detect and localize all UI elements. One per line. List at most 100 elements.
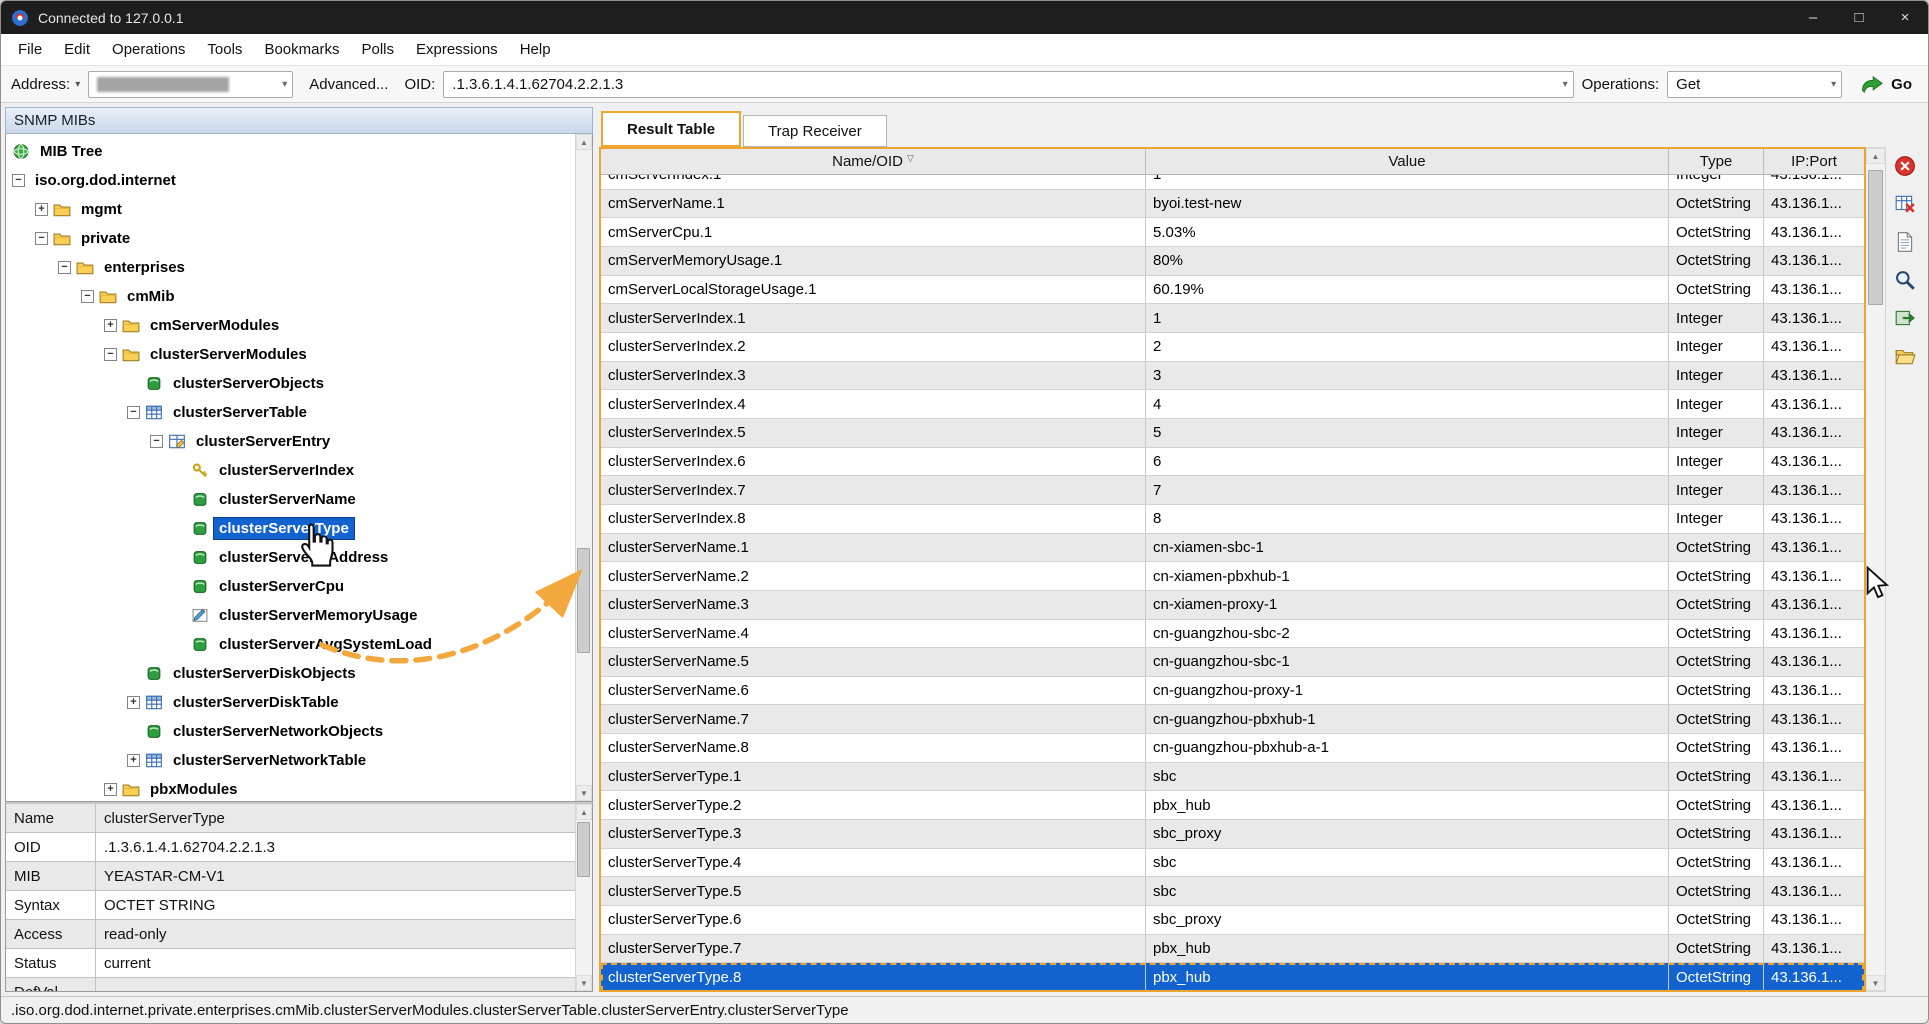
menu-edit[interactable]: Edit xyxy=(53,36,101,63)
result-row-clusterserverindex.1[interactable]: clusterServerIndex.11Integer43.136.1... xyxy=(601,304,1864,333)
scroll-down-icon[interactable]: ▼ xyxy=(576,785,592,801)
tree-scrollbar[interactable]: ▲ ▼ xyxy=(575,134,592,801)
tree-node-cmmib[interactable]: −cmMib xyxy=(6,282,592,311)
minus-toggle-icon[interactable]: − xyxy=(81,290,94,303)
column-header-value[interactable]: Value xyxy=(1146,149,1669,174)
tree-node-clusterserverentry[interactable]: −clusterServerEntry xyxy=(6,427,592,456)
tree-node-pbxmodules[interactable]: +pbxModules xyxy=(6,775,592,802)
tab-trap-receiver[interactable]: Trap Receiver xyxy=(743,115,887,147)
minimize-button[interactable]: – xyxy=(1790,1,1836,34)
result-row-clusterservername.6[interactable]: clusterServerName.6cn-guangzhou-proxy-1O… xyxy=(601,677,1864,706)
minus-toggle-icon[interactable]: − xyxy=(104,348,117,361)
result-row-clusterservertype.7[interactable]: clusterServerType.7pbx_hubOctetString43.… xyxy=(601,935,1864,964)
tree-node-mgmt[interactable]: +mgmt xyxy=(6,195,592,224)
result-row-clusterservername.2[interactable]: clusterServerName.2cn-xiamen-pbxhub-1Oct… xyxy=(601,562,1864,591)
tree-node-mib-tree[interactable]: MIB Tree xyxy=(6,137,592,166)
result-row-clusterservername.3[interactable]: clusterServerName.3cn-xiamen-proxy-1Octe… xyxy=(601,591,1864,620)
result-table-scrollbar[interactable]: ▲ ▼ xyxy=(1866,147,1886,992)
result-row-clusterservername.5[interactable]: clusterServerName.5cn-guangzhou-sbc-1Oct… xyxy=(601,648,1864,677)
tab-result-table[interactable]: Result Table xyxy=(601,111,741,147)
toolbar-open-folder-button[interactable] xyxy=(1892,343,1918,369)
close-button[interactable]: × xyxy=(1882,1,1928,34)
minus-toggle-icon[interactable]: − xyxy=(127,406,140,419)
oid-combo[interactable]: .1.3.6.1.4.1.62704.2.2.1.3 ▾ xyxy=(443,71,1573,98)
maximize-button[interactable]: □ xyxy=(1836,1,1882,34)
result-row-cmservercpu.1[interactable]: cmServerCpu.15.03%OctetString43.136.1... xyxy=(601,218,1864,247)
column-header-ip-port[interactable]: IP:Port xyxy=(1764,149,1864,174)
tree-node-clusterservermodules[interactable]: −clusterServerModules xyxy=(6,340,592,369)
result-row-clusterservertype.5[interactable]: clusterServerType.5sbcOctetString43.136.… xyxy=(601,877,1864,906)
scroll-down-icon[interactable]: ▼ xyxy=(1866,975,1885,991)
tree-node-clusterserverdiskobjects[interactable]: clusterServerDiskObjects xyxy=(6,659,592,688)
result-row-clusterservertype.2[interactable]: clusterServerType.2pbx_hubOctetString43.… xyxy=(601,791,1864,820)
tree-node-clusterserverindex[interactable]: clusterServerIndex xyxy=(6,456,592,485)
result-row-cmservermemoryusage.1[interactable]: cmServerMemoryUsage.180%OctetString43.13… xyxy=(601,247,1864,276)
minus-toggle-icon[interactable]: − xyxy=(150,435,163,448)
result-row-clusterserverindex.8[interactable]: clusterServerIndex.88Integer43.136.1... xyxy=(601,505,1864,534)
scrollbar-thumb[interactable] xyxy=(577,822,590,877)
scroll-up-icon[interactable]: ▲ xyxy=(1866,148,1885,164)
result-row-clusterservertype.8[interactable]: clusterServerType.8pbx_hubOctetString43.… xyxy=(601,963,1864,990)
plus-toggle-icon[interactable]: + xyxy=(104,319,117,332)
result-row-cmservername.1[interactable]: cmServerName.1byoi.test-newOctetString43… xyxy=(601,190,1864,219)
minus-toggle-icon[interactable]: − xyxy=(35,232,48,245)
minus-toggle-icon[interactable]: − xyxy=(12,174,25,187)
properties-scrollbar[interactable]: ▲ ▼ xyxy=(575,804,592,991)
tree-node-clusterservername[interactable]: clusterServerName xyxy=(6,485,592,514)
menu-tools[interactable]: Tools xyxy=(196,36,253,63)
address-dropdown-icon[interactable]: ▾ xyxy=(75,79,80,90)
menu-help[interactable]: Help xyxy=(509,36,562,63)
tree-node-clusterserverdisktable[interactable]: +clusterServerDiskTable xyxy=(6,688,592,717)
result-row-clusterservertype.3[interactable]: clusterServerType.3sbc_proxyOctetString4… xyxy=(601,820,1864,849)
tree-node-clusterservernetworktable[interactable]: +clusterServerNetworkTable xyxy=(6,746,592,775)
tree-node-clusterservertype[interactable]: clusterServerType xyxy=(6,514,592,543)
operations-combo[interactable]: Get ▾ xyxy=(1667,71,1842,98)
tree-node-clusterservercpu[interactable]: clusterServerCpu xyxy=(6,572,592,601)
scrollbar-thumb[interactable] xyxy=(1868,170,1883,305)
menu-bookmarks[interactable]: Bookmarks xyxy=(253,36,350,63)
scroll-up-icon[interactable]: ▲ xyxy=(576,804,592,820)
tree-node-clusterservernetworkobjects[interactable]: clusterServerNetworkObjects xyxy=(6,717,592,746)
tree-node-private[interactable]: −private xyxy=(6,224,592,253)
toolbar-find-button[interactable] xyxy=(1892,267,1918,293)
result-row-clusterservername.7[interactable]: clusterServerName.7cn-guangzhou-pbxhub-1… xyxy=(601,705,1864,734)
menu-operations[interactable]: Operations xyxy=(101,36,196,63)
tree-node-clusterserveravgsystemload[interactable]: clusterServerAvgSystemLoad xyxy=(6,630,592,659)
toolbar-document-button[interactable] xyxy=(1892,229,1918,255)
result-row-clusterserverindex.3[interactable]: clusterServerIndex.33Integer43.136.1... xyxy=(601,362,1864,391)
result-row-clusterservername.8[interactable]: clusterServerName.8cn-guangzhou-pbxhub-a… xyxy=(601,734,1864,763)
tree-node-clusterservertable[interactable]: −clusterServerTable xyxy=(6,398,592,427)
scroll-down-icon[interactable]: ▼ xyxy=(576,975,592,991)
advanced-button[interactable]: Advanced... xyxy=(301,72,396,97)
result-row-cmserverindex.1[interactable]: cmServerIndex.11Integer43.136.1... xyxy=(601,175,1864,190)
plus-toggle-icon[interactable]: + xyxy=(104,783,117,796)
tree-node-clusterservermemoryusage[interactable]: clusterServerMemoryUsage xyxy=(6,601,592,630)
plus-toggle-icon[interactable]: + xyxy=(127,696,140,709)
result-row-clusterserverindex.4[interactable]: clusterServerIndex.44Integer43.136.1... xyxy=(601,390,1864,419)
tree-node-cmservermodules[interactable]: +cmServerModules xyxy=(6,311,592,340)
toolbar-stop-button[interactable] xyxy=(1892,153,1918,179)
toolbar-export-button[interactable] xyxy=(1892,305,1918,331)
plus-toggle-icon[interactable]: + xyxy=(127,754,140,767)
result-row-clusterservertype.1[interactable]: clusterServerType.1sbcOctetString43.136.… xyxy=(601,763,1864,792)
result-row-clusterserverindex.2[interactable]: clusterServerIndex.22Integer43.136.1... xyxy=(601,333,1864,362)
result-row-clusterserverindex.6[interactable]: clusterServerIndex.66Integer43.136.1... xyxy=(601,448,1864,477)
column-header-name-oid[interactable]: Name/OID▽ xyxy=(601,149,1146,174)
menu-file[interactable]: File xyxy=(7,36,53,63)
minus-toggle-icon[interactable]: − xyxy=(58,261,71,274)
tree-node-enterprises[interactable]: −enterprises xyxy=(6,253,592,282)
toolbar-clear-table-button[interactable] xyxy=(1892,191,1918,217)
scrollbar-thumb[interactable] xyxy=(577,548,590,653)
column-header-type[interactable]: Type xyxy=(1669,149,1764,174)
address-combo[interactable]: ▾ xyxy=(88,71,293,98)
menu-polls[interactable]: Polls xyxy=(350,36,405,63)
tree-node-clusterserveripaddress[interactable]: clusterServerIpAddress xyxy=(6,543,592,572)
tree-node-iso.org.dod.internet[interactable]: −iso.org.dod.internet xyxy=(6,166,592,195)
menu-expressions[interactable]: Expressions xyxy=(405,36,509,63)
scroll-up-icon[interactable]: ▲ xyxy=(576,134,592,150)
result-row-cmserverlocalstorageusage.1[interactable]: cmServerLocalStorageUsage.160.19%OctetSt… xyxy=(601,276,1864,305)
plus-toggle-icon[interactable]: + xyxy=(35,203,48,216)
result-row-clusterservername.1[interactable]: clusterServerName.1cn-xiamen-sbc-1OctetS… xyxy=(601,534,1864,563)
go-button[interactable]: Go xyxy=(1854,73,1918,96)
result-row-clusterservername.4[interactable]: clusterServerName.4cn-guangzhou-sbc-2Oct… xyxy=(601,620,1864,649)
